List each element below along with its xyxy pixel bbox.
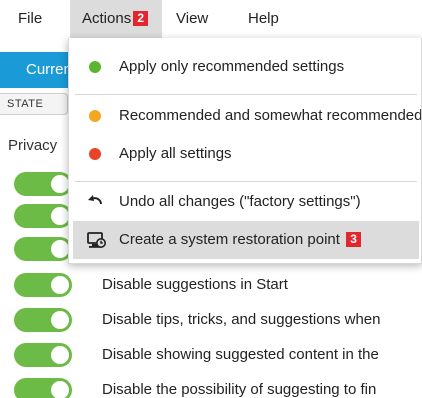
menu-item-text: Create a system restoration point <box>119 231 340 248</box>
menu-actions[interactable]: Actions 2 <box>70 0 162 38</box>
menu-actions-label: Actions <box>82 10 132 27</box>
state-column-header[interactable]: STATE <box>0 93 68 115</box>
menu-item-label: Recommended and somewhat recommended <box>119 107 422 124</box>
menu-separator <box>75 181 417 182</box>
menu-file-label: File <box>18 10 43 27</box>
setting-label: Disable tips, tricks, and suggestions wh… <box>102 311 381 328</box>
menu-item-label: Create a system restoration point 3 <box>119 221 362 259</box>
menu-item-create-restore-point[interactable]: Create a system restoration point 3 <box>73 221 419 259</box>
toggle-suggesting-to-find[interactable] <box>14 378 72 398</box>
menu-help-label: Help <box>248 10 279 27</box>
toggle-knob <box>51 175 69 193</box>
toggle-knob <box>51 311 69 329</box>
menu-item-apply-recommended[interactable]: Apply only recommended settings <box>69 48 421 86</box>
restore-point-badge: 3 <box>346 232 362 247</box>
toggle-knob <box>51 381 69 398</box>
section-privacy-heading: Privacy <box>8 137 58 154</box>
menu-view[interactable]: View <box>168 0 216 38</box>
menu-view-label: View <box>176 10 209 27</box>
orange-dot-icon <box>89 110 101 122</box>
toggle-knob <box>51 346 69 364</box>
restore-point-icon <box>87 232 106 248</box>
actions-badge: 2 <box>133 11 149 26</box>
toggle-knob <box>51 240 69 258</box>
menu-help[interactable]: Help <box>240 0 287 38</box>
actions-dropdown-menu: Apply only recommended settings Recommen… <box>68 38 422 264</box>
menu-item-label: Apply only recommended settings <box>119 58 345 75</box>
menu-item-recommended-somewhat[interactable]: Recommended and somewhat recommended <box>69 97 422 135</box>
red-dot-icon <box>89 148 101 160</box>
menu-item-label: Undo all changes ("factory settings") <box>119 193 361 210</box>
toggle-hidden-3[interactable] <box>14 237 72 261</box>
menu-item-undo-all[interactable]: Undo all changes ("factory settings") <box>69 183 421 221</box>
toggle-suggested-content[interactable] <box>14 343 72 367</box>
tab-current[interactable]: Current <box>0 52 76 88</box>
menu-separator <box>75 94 417 95</box>
toggle-hidden-2[interactable] <box>14 204 72 228</box>
toggle-knob <box>51 207 69 225</box>
menu-file[interactable]: File <box>10 0 50 38</box>
setting-label: Disable suggestions in Start <box>102 276 288 293</box>
green-dot-icon <box>89 61 101 73</box>
toggle-knob <box>51 276 69 294</box>
state-label: STATE <box>7 98 44 110</box>
setting-label: Disable showing suggested content in the <box>102 346 379 363</box>
setting-label: Disable the possibility of suggesting to… <box>102 381 377 398</box>
menu-bar: File Actions 2 View Help <box>0 0 422 38</box>
undo-icon <box>88 195 102 205</box>
menu-item-label: Apply all settings <box>119 145 232 162</box>
toggle-hidden-1[interactable] <box>14 172 72 196</box>
toggle-tips-tricks[interactable] <box>14 308 72 332</box>
toggle-suggestions-start[interactable] <box>14 273 72 297</box>
menu-item-apply-all[interactable]: Apply all settings <box>69 135 421 173</box>
